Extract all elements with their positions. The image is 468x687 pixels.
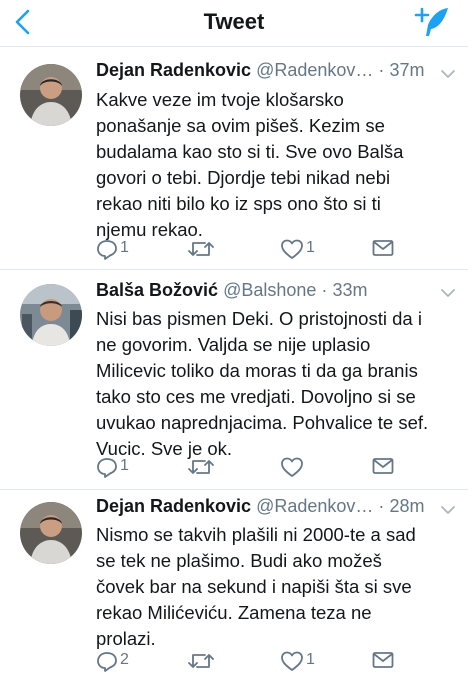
avatar-balsa[interactable] — [20, 284, 82, 346]
tweet-timestamp: 37m — [389, 60, 425, 80]
tweet-text-line: govori o tebi. Djordje tebi nikad nebi — [96, 167, 391, 188]
tweet-actions: 1 1 — [96, 238, 446, 262]
heart-icon — [281, 651, 303, 671]
navigation-bar: Tweet — [0, 0, 468, 47]
reply-button[interactable]: 2 — [96, 650, 136, 674]
tweet-text-line: Kakve veze im tvoje klošarsko — [96, 89, 344, 110]
tweet-timestamp: 33m — [332, 280, 368, 300]
retweet-button[interactable] — [188, 456, 228, 480]
heart-icon — [281, 457, 303, 477]
like-button[interactable] — [280, 456, 320, 480]
heart-icon — [281, 239, 303, 259]
tweet-2[interactable]: Balša Božović @Balshone · 33m Nisi bas p… — [0, 270, 468, 490]
page-title: Tweet — [203, 9, 265, 34]
tweet-text-line: Milicevic toliko da moras ti da ga brani… — [96, 360, 418, 381]
reply-count: 1 — [120, 457, 129, 474]
reply-button[interactable]: 1 — [96, 456, 136, 480]
chevron-down-icon[interactable] — [440, 69, 456, 79]
tweet-text: Nisi bas pismen Deki. O pristojnosti da … — [96, 306, 458, 462]
tweet-header: Dejan Radenkovic @Radenkov… · 37m — [96, 60, 424, 81]
author-handle[interactable]: @Radenkov… — [256, 60, 373, 80]
like-count: 1 — [306, 651, 315, 668]
tweet-3[interactable]: Dejan Radenkovic @Radenkov… · 28m Nismo … — [0, 490, 468, 687]
tweet-text-line: ne govorim. Valjda se nije uplasio — [96, 334, 371, 355]
author-name[interactable]: Dejan Radenkovic — [96, 60, 251, 80]
like-count: 1 — [306, 239, 315, 256]
author-name[interactable]: Dejan Radenkovic — [96, 496, 251, 516]
chevron-down-icon[interactable] — [440, 505, 456, 515]
header-separator: · — [378, 60, 385, 80]
direct-message-button[interactable] — [372, 238, 396, 262]
tweet-text-line: rekao niti bilo ko iz sps ono što si ti — [96, 193, 381, 214]
reply-icon — [97, 240, 117, 260]
tweet-1[interactable]: Dejan Radenkovic @Radenkov… · 37m Kakve … — [0, 47, 468, 270]
tweet-actions: 2 1 — [96, 650, 446, 674]
retweet-icon — [188, 460, 214, 474]
tweet-text-line: rekao Milićeviću. Zamena teza ne — [96, 602, 372, 623]
chevron-down-icon[interactable] — [440, 288, 456, 298]
tweet-timestamp: 28m — [389, 496, 425, 516]
tweet-text-line: Nisi bas pismen Deki. O pristojnosti da … — [96, 308, 422, 329]
direct-message-button[interactable] — [372, 456, 396, 480]
tweet-text-line: budalama kao sto si ti. Sve ovo Balša — [96, 141, 404, 162]
tweet-text-line: tako sto ces me vredjati. Dovoljno si se — [96, 386, 416, 407]
header-separator: · — [321, 280, 328, 300]
envelope-icon — [372, 652, 394, 668]
reply-icon — [97, 458, 117, 478]
tweet-text: Nismo se takvih plašili ni 2000-te a sad… — [96, 522, 458, 652]
reply-icon — [97, 652, 117, 672]
avatar-dejan[interactable] — [20, 64, 82, 126]
author-handle[interactable]: @Balshone — [223, 280, 316, 300]
reply-button[interactable]: 1 — [96, 238, 136, 262]
retweet-icon — [188, 242, 214, 256]
reply-count: 1 — [120, 239, 129, 256]
avatar-dejan[interactable] — [20, 502, 82, 564]
tweet-actions: 1 — [96, 456, 446, 480]
header-separator: · — [378, 496, 385, 516]
tweet-text-line: se tek ne plašimo. Budi ako možeš — [96, 550, 382, 571]
envelope-icon — [372, 458, 394, 474]
retweet-button[interactable] — [188, 238, 228, 262]
tweet-text-line: prolazi. — [96, 628, 156, 649]
retweet-icon — [188, 654, 214, 668]
tweet-text: Kakve veze im tvoje klošarsko ponašanje … — [96, 87, 458, 243]
tweet-text-line: čovek bar na sekund i napiši šta si sve — [96, 576, 412, 597]
tweet-text-line: Nismo se takvih plašili ni 2000-te a sad — [96, 524, 416, 545]
tweet-text-line: ponašanje sa ovim pišeš. Kezim se — [96, 115, 385, 136]
direct-message-button[interactable] — [372, 650, 396, 674]
tweet-header: Balša Božović @Balshone · 33m — [96, 280, 367, 301]
author-handle[interactable]: @Radenkov… — [256, 496, 373, 516]
tweet-header: Dejan Radenkovic @Radenkov… · 28m — [96, 496, 424, 517]
retweet-button[interactable] — [188, 650, 228, 674]
envelope-icon — [372, 240, 394, 256]
like-button[interactable]: 1 — [280, 238, 320, 262]
author-name[interactable]: Balša Božović — [96, 280, 218, 300]
tweet-text-line: uvukao naprednjacima. Pohvalice te sef. — [96, 412, 429, 433]
reply-count: 2 — [120, 651, 129, 668]
like-button[interactable]: 1 — [280, 650, 320, 674]
compose-tweet-icon[interactable] — [414, 5, 450, 39]
